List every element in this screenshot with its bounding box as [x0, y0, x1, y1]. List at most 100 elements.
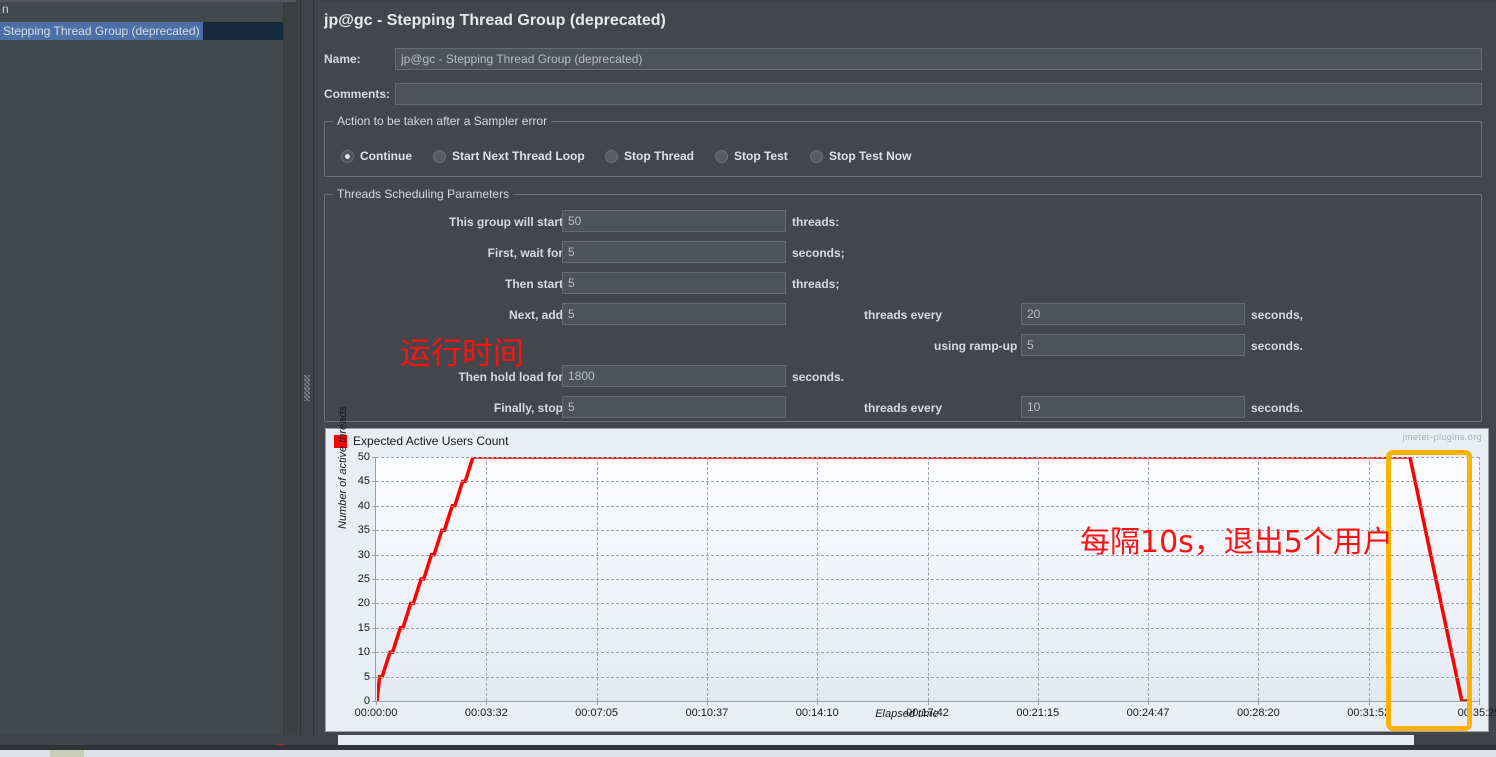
tree-row-selected[interactable]: Stepping Thread Group (deprecated) — [0, 22, 284, 40]
jmeter-window: n Stepping Thread Group (deprecated) jp@… — [0, 0, 1496, 757]
chart-y-tick-label: 5 — [363, 670, 370, 683]
input-ramp-up[interactable] — [1021, 334, 1245, 356]
annotation-highlight-box — [1386, 450, 1472, 731]
unit-threads-every-shutdown: threads every — [864, 401, 943, 415]
label-this-group-will-start: This group will start — [448, 215, 563, 229]
chart-y-tick-label: 10 — [357, 646, 370, 659]
chart-y-tick-mark — [372, 481, 376, 483]
chart-gridline-vertical — [1148, 457, 1150, 701]
radio-label-stop-test: Stop Test — [734, 149, 788, 163]
input-increment-user-count[interactable] — [562, 303, 786, 325]
chart-gridline-vertical — [706, 457, 708, 701]
chart-y-tick-label: 35 — [357, 524, 370, 537]
chart-y-axis-label: Number of active threads — [337, 406, 349, 529]
chart-x-tick-mark — [927, 701, 929, 705]
splitter-left-rule — [300, 0, 301, 735]
chart-y-tick-label: 30 — [357, 548, 370, 561]
sampler-error-group-title: Action to be taken after a Sampler error — [333, 114, 552, 128]
radio-stop-thread[interactable]: Stop Thread — [605, 147, 694, 165]
chart-legend: Expected Active Users Count — [334, 434, 508, 448]
input-decrement-user-count[interactable] — [562, 396, 786, 418]
radio-dot-icon[interactable] — [341, 149, 354, 163]
chart-x-tick-mark — [706, 701, 708, 705]
tree-vertical-scrollbar[interactable] — [283, 2, 296, 735]
legend-label: Expected Active Users Count — [353, 434, 509, 448]
chart-watermark: jmeter-plugins.org — [1402, 432, 1482, 442]
radio-label-continue: Continue — [360, 149, 412, 163]
threads-scheduling-group-title: Threads Scheduling Parameters — [333, 187, 514, 201]
tree-top-divider — [0, 0, 296, 2]
input-start-delay[interactable] — [562, 241, 786, 263]
chart-gridline-vertical — [1037, 457, 1039, 701]
chart-x-tick-mark — [376, 701, 377, 705]
radio-label-stop-test-now: Stop Test Now — [829, 149, 912, 163]
chart-x-tick-mark — [1479, 701, 1480, 705]
unit-seconds-semicolon: seconds; — [792, 246, 845, 260]
bottom-tab-chip — [50, 750, 84, 757]
radio-dot-icon[interactable] — [715, 149, 728, 163]
unit-seconds-period-rampup: seconds. — [1251, 339, 1304, 353]
chart-y-tick-mark — [372, 457, 376, 458]
unit-seconds-period-shutdown: seconds. — [1251, 401, 1304, 415]
expected-active-users-chart: Expected Active Users Count jmeter-plugi… — [325, 406, 1496, 732]
input-initial-threads[interactable] — [562, 210, 786, 232]
input-increment-period[interactable] — [1021, 303, 1245, 325]
radio-dot-icon[interactable] — [810, 149, 823, 163]
tree-partial-row: n — [2, 2, 9, 16]
chart-y-tick-mark — [372, 554, 376, 556]
chart-plot-area: Number of active threads 0 5 10 15 20 25 30 35 4… — [337, 406, 1496, 719]
chart-y-tick-mark — [372, 627, 376, 629]
name-label: Name: — [324, 52, 361, 66]
label-next-add: Next, add — [508, 308, 563, 322]
chart-y-tick-label: 50 — [357, 451, 370, 463]
annotation-exit-users: 每隔10s，退出5个用户 — [1080, 525, 1393, 560]
chart-x-axis-label: Elapsed time — [875, 708, 939, 720]
radio-stop-test[interactable]: Stop Test — [715, 147, 788, 165]
radio-dot-icon[interactable] — [605, 149, 618, 163]
input-initial-user-count[interactable] — [562, 272, 786, 294]
chart-gridline-vertical — [1258, 457, 1260, 701]
radio-continue[interactable]: Continue — [341, 147, 412, 165]
name-input[interactable] — [395, 48, 1482, 70]
chart-x-tick-mark — [1037, 701, 1039, 705]
chart-y-tick-mark — [372, 676, 376, 678]
chart-gridline-vertical — [1479, 457, 1480, 701]
sampler-error-groupbox: Action to be taken after a Sampler error… — [324, 114, 1482, 177]
test-plan-tree-panel[interactable]: n Stepping Thread Group (deprecated) — [0, 0, 296, 735]
radio-stop-test-now[interactable]: Stop Test Now — [810, 147, 911, 165]
chart-y-tick-mark — [372, 530, 376, 532]
chart-y-tick-mark — [372, 603, 376, 605]
chart-y-tick-mark — [372, 579, 376, 580]
splitter-grip-handle[interactable] — [304, 375, 310, 401]
chart-x-tick-mark — [486, 701, 488, 705]
radio-dot-icon[interactable] — [433, 149, 446, 163]
chart-gridline-vertical — [486, 457, 488, 701]
chart-y-tick-mark — [372, 505, 376, 507]
comments-input[interactable] — [395, 83, 1482, 105]
input-decrement-period[interactable] — [1021, 396, 1245, 418]
comments-label: Comments: — [324, 87, 391, 101]
chart-x-tick-mark — [1148, 701, 1150, 705]
chart-x-tick-mark — [1258, 701, 1260, 705]
splitter-right-rule — [313, 0, 314, 735]
input-flight-time[interactable] — [562, 365, 786, 387]
label-first-wait-for: First, wait for — [487, 246, 563, 260]
chart-gridline-vertical — [927, 457, 929, 701]
chart-y-tick-label: 25 — [357, 573, 370, 585]
threads-scheduling-groupbox: Threads Scheduling Parameters This group… — [324, 187, 1482, 422]
chart-x-tick-mark — [1368, 701, 1370, 705]
label-then-start: Then start — [504, 277, 563, 291]
tree-item-stepping-thread-group[interactable]: Stepping Thread Group (deprecated) — [0, 22, 203, 40]
radio-start-next-thread-loop[interactable]: Start Next Thread Loop — [433, 147, 585, 165]
chart-y-tick-label: 40 — [357, 499, 370, 512]
unit-threads-every-ramp: threads every — [864, 308, 943, 322]
radio-label-stop-thread: Stop Thread — [624, 149, 695, 163]
panel-splitter[interactable] — [296, 0, 318, 735]
radio-label-start-next-thread-loop: Start Next Thread Loop — [452, 149, 585, 163]
chart-x-tick-mark — [596, 701, 598, 705]
annotation-runtime: 运行时间 — [400, 336, 524, 372]
chart-gridline-vertical — [1368, 457, 1370, 701]
chart-y-tick-label: 15 — [357, 621, 370, 634]
bottom-lower-strip — [0, 750, 1496, 757]
label-using-ramp-up: using ramp-up — [934, 339, 1018, 353]
